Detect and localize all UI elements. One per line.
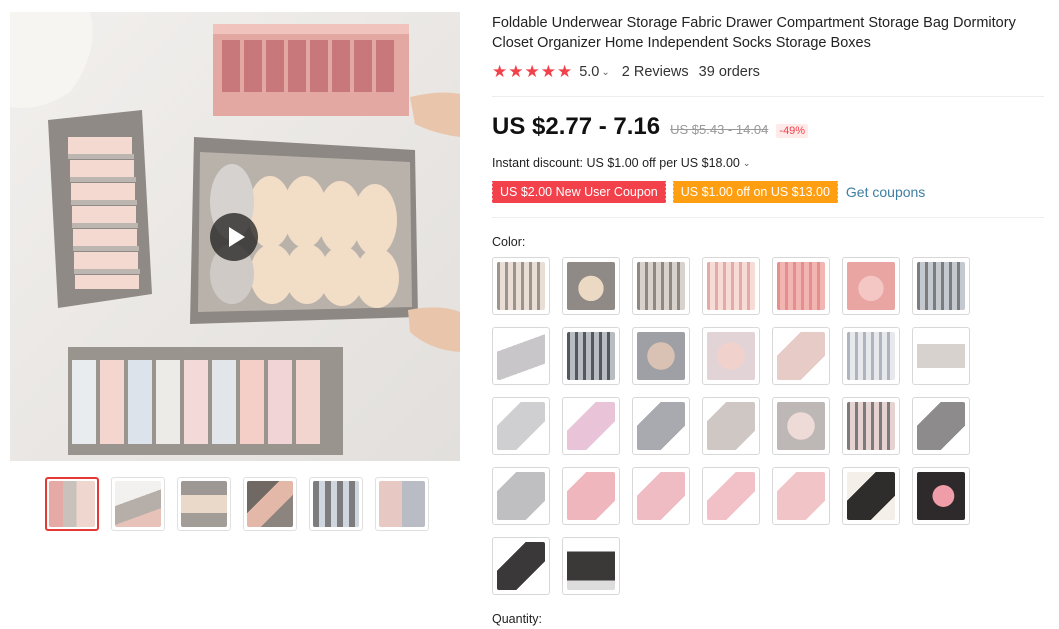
- thumbnail-image: [115, 481, 161, 527]
- color-swatch[interactable]: [632, 397, 690, 455]
- orders-count: 39 orders: [698, 64, 760, 80]
- quantity-label: Quantity:: [492, 612, 543, 626]
- color-swatch[interactable]: [492, 257, 550, 315]
- thumbnail-5[interactable]: [309, 477, 363, 531]
- divider: [492, 217, 1044, 218]
- color-swatch[interactable]: [912, 467, 970, 525]
- chevron-down-icon[interactable]: ⌄: [601, 67, 609, 78]
- rating-row: ★★★★★ 5.0 ⌄ 2 Reviews 39 orders: [492, 62, 760, 82]
- play-video-button[interactable]: [210, 213, 258, 261]
- color-swatch[interactable]: [492, 467, 550, 525]
- store-coupon[interactable]: US $1.00 off on US $13.00: [671, 181, 838, 203]
- color-swatch[interactable]: [772, 257, 830, 315]
- instant-discount-text: Instant discount: US $1.00 off per US $1…: [492, 156, 740, 170]
- color-swatch[interactable]: [562, 537, 620, 595]
- color-swatch[interactable]: [702, 257, 760, 315]
- thumbnail-6[interactable]: [375, 477, 429, 531]
- thumbnail-1[interactable]: [45, 477, 99, 531]
- thumbnail-image: [247, 481, 293, 527]
- color-swatch[interactable]: [842, 397, 900, 455]
- get-coupons-link[interactable]: Get coupons: [846, 184, 925, 200]
- color-label: Color:: [492, 235, 526, 249]
- reviews-link[interactable]: 2 Reviews: [622, 64, 689, 80]
- color-swatch[interactable]: [632, 327, 690, 385]
- coupon-row: US $2.00 New User Coupon US $1.00 off on…: [491, 181, 925, 203]
- rating-value[interactable]: 5.0: [579, 64, 599, 80]
- price-row: US $2.77 - 7.16 US $5.43 - 14.04 -49%: [492, 113, 809, 143]
- main-product-image[interactable]: [10, 12, 460, 461]
- thumbnail-image: [49, 481, 95, 527]
- color-swatch[interactable]: [842, 257, 900, 315]
- color-swatch[interactable]: [492, 537, 550, 595]
- new-user-coupon[interactable]: US $2.00 New User Coupon: [491, 181, 666, 203]
- color-swatch[interactable]: [702, 397, 760, 455]
- product-title: Foldable Underwear Storage Fabric Drawer…: [492, 15, 1016, 51]
- bottom-organizer-photo: [68, 347, 343, 455]
- thumbnail-strip: [45, 477, 429, 531]
- color-swatch[interactable]: [562, 327, 620, 385]
- thumbnail-image: [379, 481, 425, 527]
- pink-organizer-photo: [213, 24, 409, 116]
- color-swatch[interactable]: [772, 327, 830, 385]
- color-swatch[interactable]: [772, 397, 830, 455]
- color-swatch[interactable]: [562, 257, 620, 315]
- color-swatch[interactable]: [702, 467, 760, 525]
- color-swatch[interactable]: [492, 327, 550, 385]
- color-swatch[interactable]: [772, 467, 830, 525]
- color-swatch[interactable]: [702, 327, 760, 385]
- color-swatch[interactable]: [842, 327, 900, 385]
- original-price: US $5.43 - 14.04: [670, 122, 769, 137]
- thumbnail-image: [181, 481, 227, 527]
- color-swatch[interactable]: [562, 467, 620, 525]
- instant-discount[interactable]: Instant discount: US $1.00 off per US $1…: [492, 156, 750, 170]
- color-swatch[interactable]: [632, 257, 690, 315]
- discount-badge: -49%: [776, 124, 809, 138]
- color-swatch[interactable]: [562, 397, 620, 455]
- color-swatch[interactable]: [912, 327, 970, 385]
- divider: [492, 96, 1044, 97]
- thumbnail-3[interactable]: [177, 477, 231, 531]
- color-swatch[interactable]: [912, 257, 970, 315]
- thumbnail-2[interactable]: [111, 477, 165, 531]
- star-rating-icon: ★★★★★: [492, 62, 574, 81]
- left-organizer-photo: [48, 110, 152, 308]
- play-icon: [228, 227, 245, 247]
- color-swatch[interactable]: [912, 397, 970, 455]
- chevron-down-icon: ⌄: [742, 157, 751, 168]
- thumbnail-image: [313, 481, 359, 527]
- color-swatch[interactable]: [632, 467, 690, 525]
- color-swatch[interactable]: [492, 397, 550, 455]
- color-swatch-grid: [492, 257, 982, 595]
- current-price: US $2.77 - 7.16: [492, 113, 661, 140]
- color-swatch[interactable]: [842, 467, 900, 525]
- thumbnail-4[interactable]: [243, 477, 297, 531]
